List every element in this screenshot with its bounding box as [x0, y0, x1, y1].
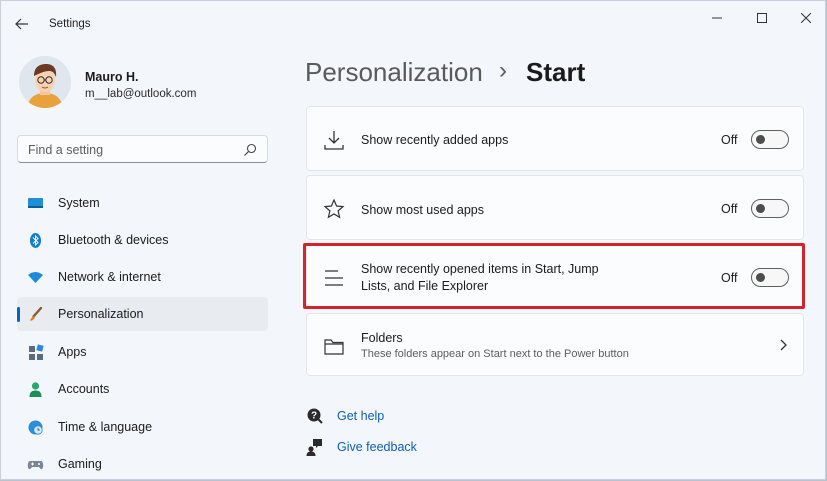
avatar-image [19, 56, 71, 108]
sidebar-item-label: Gaming [58, 457, 102, 471]
svg-text:?: ? [311, 411, 317, 422]
search-input[interactable]: Find a setting [17, 135, 268, 163]
brush-icon [30, 306, 43, 321]
back-arrow-icon [15, 18, 28, 30]
sidebar-item-system[interactable]: System [17, 186, 268, 220]
close-button[interactable] [787, 7, 825, 29]
feedback-icon [306, 439, 322, 456]
active-indicator [17, 307, 20, 322]
sidebar-item-apps[interactable]: Apps [17, 335, 268, 369]
sidebar-item-label: System [58, 196, 100, 210]
user-name: Mauro H. [85, 70, 139, 84]
sidebar-item-label: Time & language [58, 420, 153, 434]
accounts-icon [29, 382, 42, 397]
toggle-knob [756, 135, 765, 144]
give-feedback-link[interactable]: Give feedback [337, 440, 417, 454]
toggle-knob [756, 204, 765, 213]
recently-added-apps-toggle[interactable] [751, 130, 789, 149]
gamepad-icon [27, 461, 44, 470]
setting-recently-added-apps: Show recently added apps Off [306, 106, 804, 171]
maximize-button[interactable] [743, 7, 781, 29]
user-email: m__lab@outlook.com [85, 88, 197, 100]
highlight-box [303, 243, 805, 309]
search-placeholder: Find a setting [28, 143, 104, 157]
search-icon [244, 143, 257, 156]
star-icon [323, 198, 345, 219]
sidebar-item-label: Bluetooth & devices [58, 233, 169, 247]
sidebar-item-label: Personalization [58, 307, 144, 321]
apps-icon [29, 344, 44, 360]
setting-title: Show recently added apps [361, 133, 509, 147]
settings-window: Settings Mauro H. m__lab@outlook.com Fin… [0, 0, 826, 480]
close-icon [801, 13, 811, 23]
minimize-icon [712, 17, 722, 19]
setting-subtitle: These folders appear on Start next to th… [361, 348, 629, 360]
maximize-icon [757, 13, 767, 23]
sidebar-item-accounts[interactable]: Accounts [17, 372, 268, 406]
setting-title: Folders [361, 331, 403, 345]
back-button[interactable] [11, 13, 33, 35]
toggle-state-label: Off [721, 202, 738, 216]
setting-folders[interactable]: Folders These folders appear on Start ne… [306, 313, 804, 376]
bluetooth-icon [30, 233, 41, 248]
sidebar-item-gaming[interactable]: Gaming [17, 447, 268, 479]
wifi-icon [28, 272, 43, 283]
avatar[interactable] [19, 56, 71, 108]
app-title: Settings [49, 18, 91, 30]
breadcrumb-parent[interactable]: Personalization [305, 57, 483, 88]
title-bar: Settings [1, 1, 825, 41]
page-title: Start [526, 57, 586, 87]
setting-title: Show most used apps [361, 203, 484, 217]
breadcrumb-separator: › [499, 57, 507, 84]
globe-clock-icon [28, 420, 43, 435]
download-icon [324, 131, 344, 150]
setting-most-used-apps: Show most used apps Off [306, 175, 804, 240]
sidebar-item-network[interactable]: Network & internet [17, 260, 268, 294]
help-icon: ? [307, 408, 323, 424]
chevron-right-icon [780, 339, 787, 351]
minimize-button[interactable] [698, 7, 736, 29]
sidebar-item-bluetooth[interactable]: Bluetooth & devices [17, 223, 268, 257]
sidebar-item-personalization[interactable]: Personalization [17, 297, 268, 331]
get-help-link[interactable]: Get help [337, 409, 384, 423]
most-used-apps-toggle[interactable] [751, 199, 789, 218]
sidebar-item-label: Accounts [58, 382, 110, 396]
system-icon [28, 198, 43, 208]
sidebar-item-label: Network & internet [58, 270, 161, 284]
toggle-state-label: Off [721, 133, 738, 147]
sidebar-item-label: Apps [58, 345, 87, 359]
sidebar-item-time-language[interactable]: Time & language [17, 410, 268, 444]
folder-icon [324, 339, 344, 355]
